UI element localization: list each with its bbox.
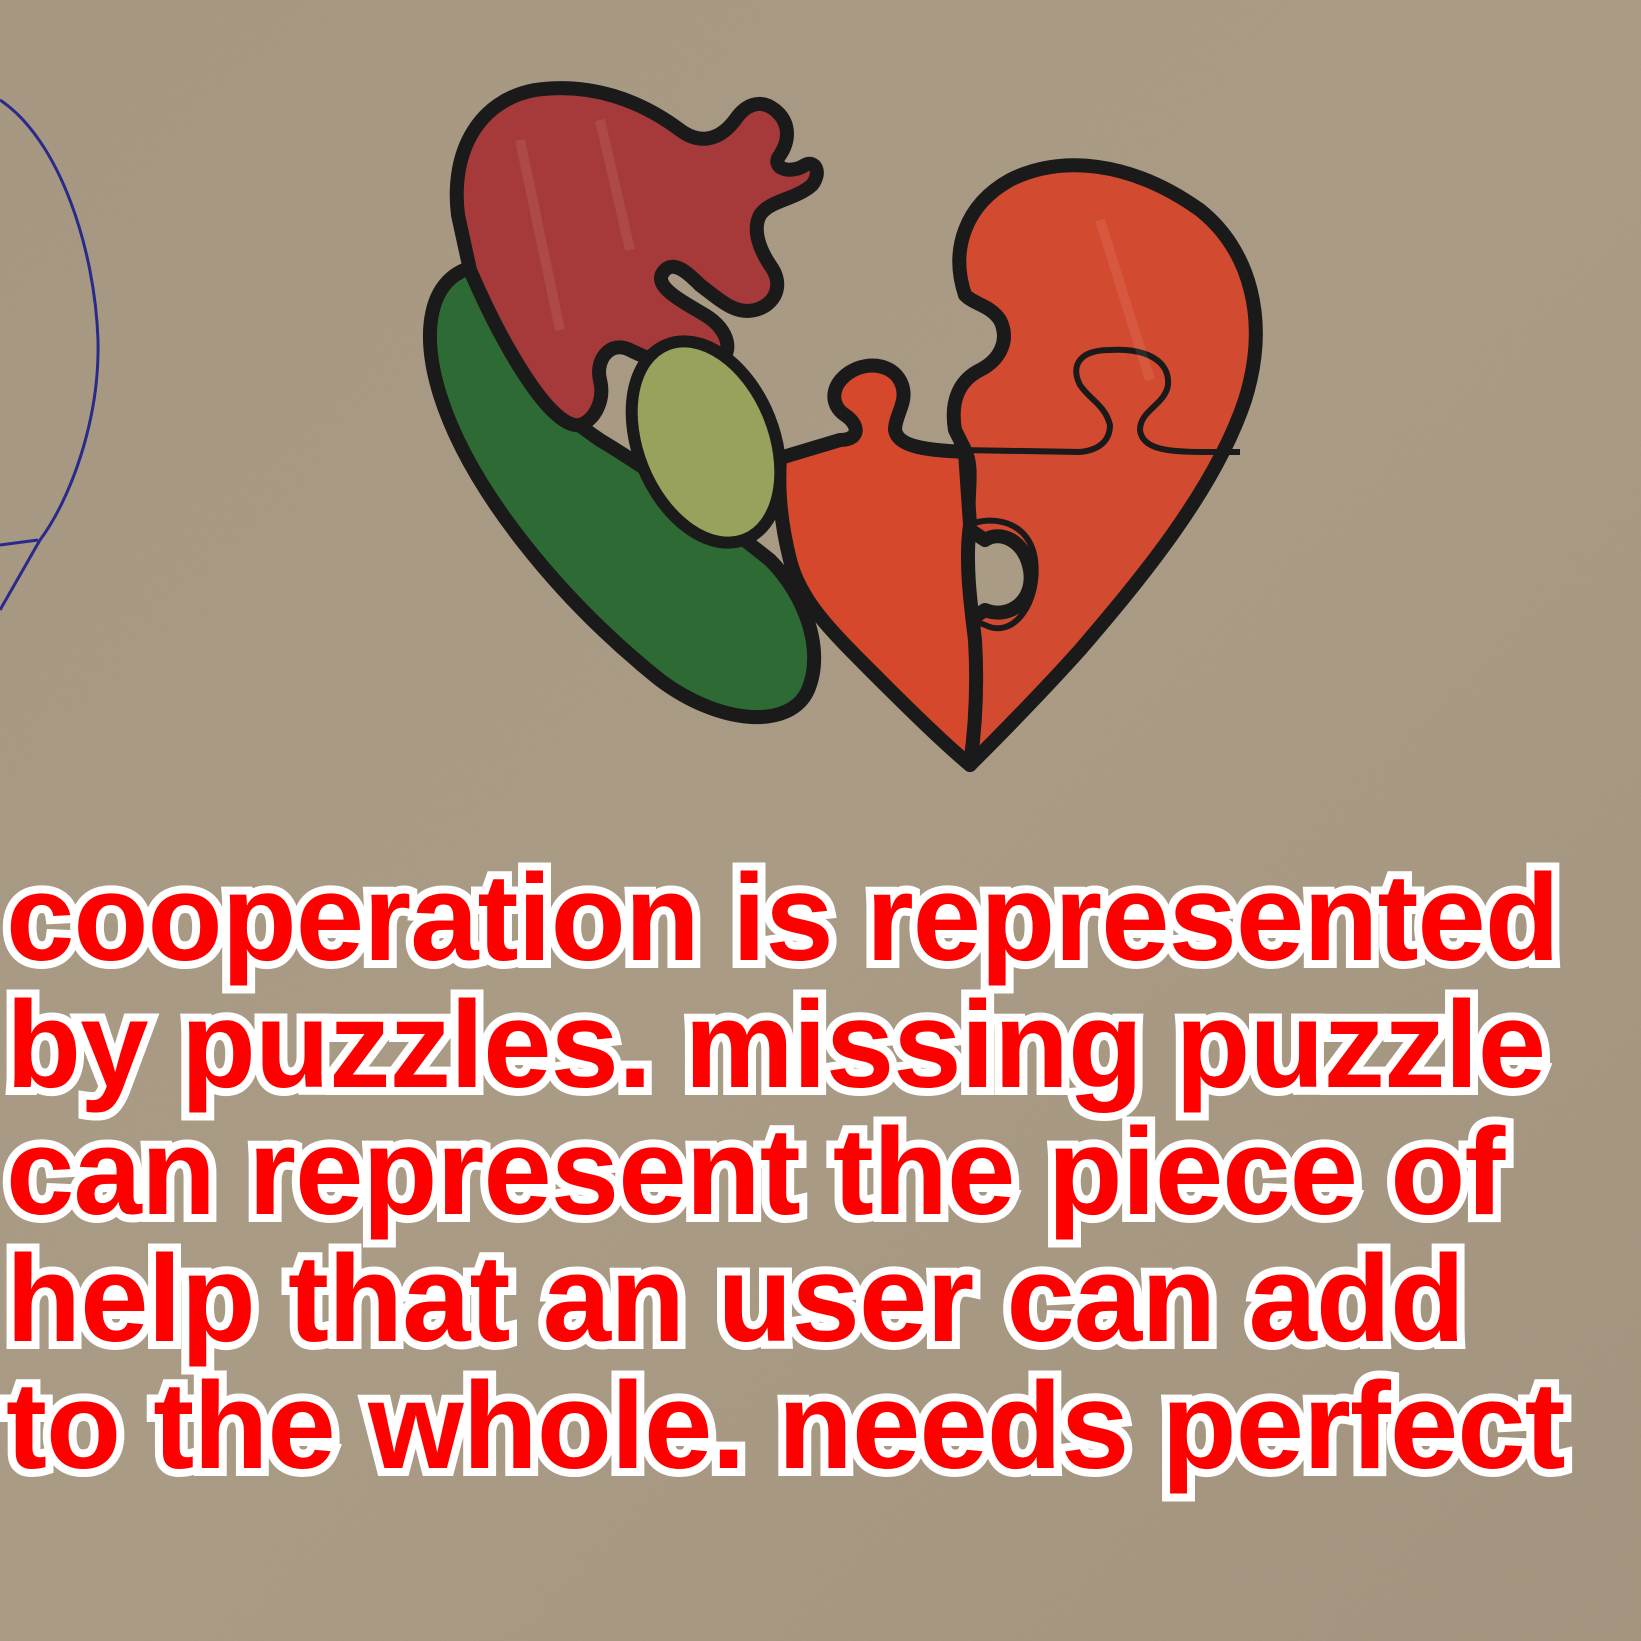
caption-line-2: by puzzles. missing puzzle xyxy=(0,974,1554,1117)
caption-line-1: cooperation is represented xyxy=(0,847,1568,990)
caption-line-4: help that an user can add xyxy=(0,1228,1473,1371)
caption-line-3: can represent the piece of xyxy=(0,1101,1513,1244)
caption-line-5: to the whole. needs perfect xyxy=(0,1355,1574,1498)
caption-text: cooperation is represented by puzzles. m… xyxy=(0,847,1641,1498)
photo-scene: cooperation is represented by puzzles. m… xyxy=(0,0,1641,1641)
